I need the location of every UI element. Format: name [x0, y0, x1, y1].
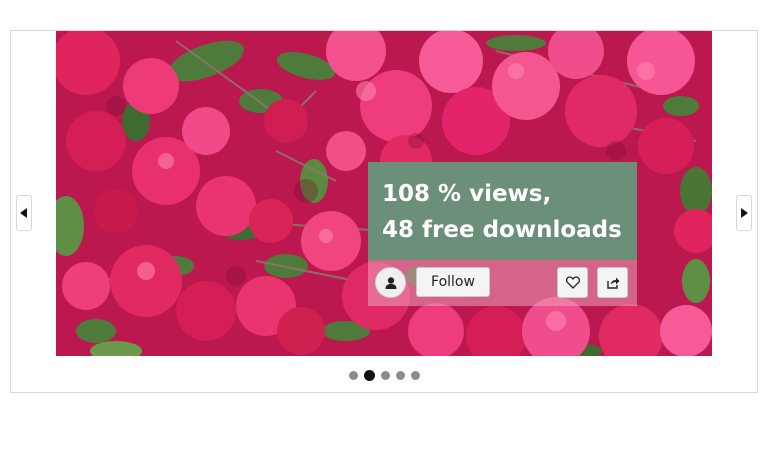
pagination-dot-3[interactable] [380, 370, 390, 380]
like-button[interactable] [557, 267, 588, 298]
slide-info-overlay: 108 % views, 48 free downloads Follow [368, 162, 637, 306]
share-icon [606, 277, 619, 289]
pagination-dot-1[interactable] [348, 370, 358, 380]
stats-downloads: 48 free downloads [382, 217, 622, 243]
image-carousel: 108 % views, 48 free downloads Follow [10, 30, 758, 393]
carousel-pagination [11, 369, 757, 381]
previous-slide-button[interactable] [16, 195, 32, 231]
next-slide-button[interactable] [736, 195, 752, 231]
triangle-left-icon [20, 208, 27, 218]
slide-stats: 108 % views, 48 free downloads [368, 162, 637, 260]
avatar[interactable] [375, 267, 406, 298]
follow-button[interactable]: Follow [416, 267, 490, 297]
slide-actions-bar: Follow [368, 260, 637, 306]
heart-icon [565, 276, 580, 289]
pagination-dot-4[interactable] [395, 370, 405, 380]
triangle-right-icon [741, 208, 748, 218]
share-button[interactable] [597, 267, 628, 298]
pagination-dot-5[interactable] [410, 370, 420, 380]
pagination-dot-2[interactable] [363, 369, 375, 381]
stats-views: 108 % views, [382, 181, 552, 207]
user-icon [385, 276, 396, 289]
